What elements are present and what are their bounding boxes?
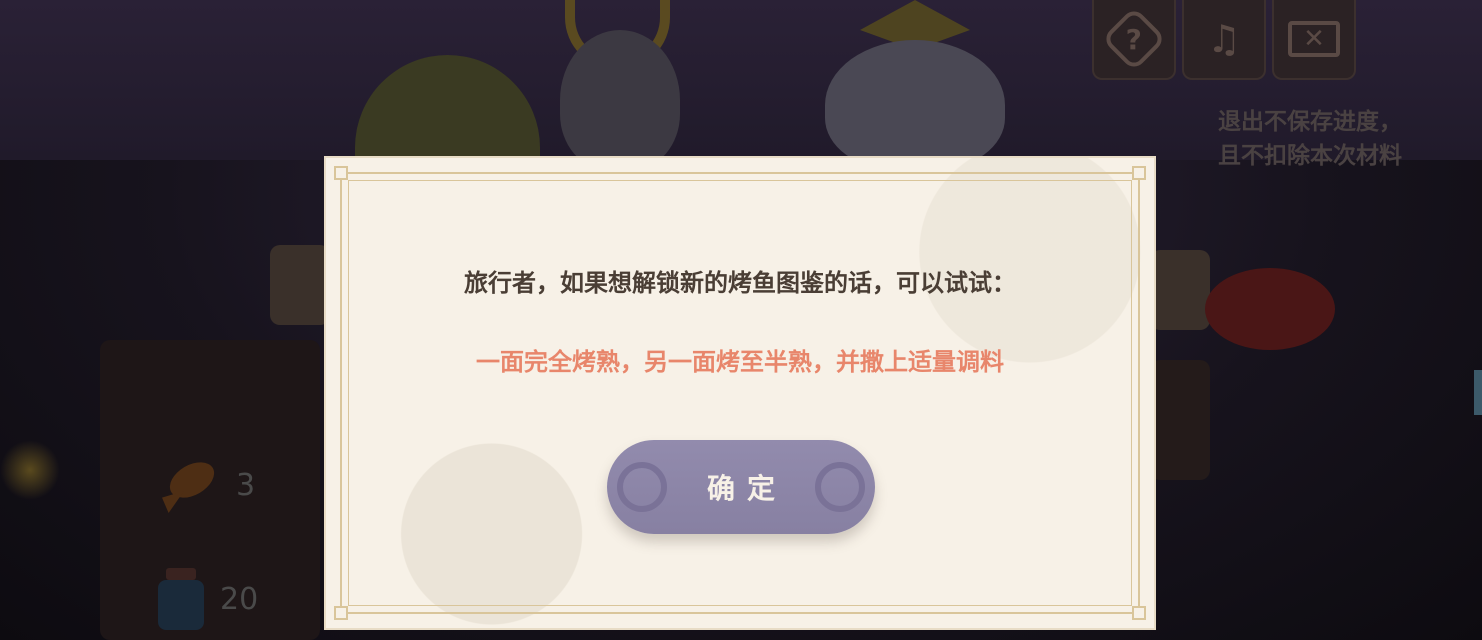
- fish-count: 3: [236, 467, 256, 503]
- background-glow: [0, 440, 60, 500]
- hint-dialog: 旅行者，如果想解锁新的烤鱼图鉴的话，可以试试： 一面完全烤熟，另一面烤至半熟，并…: [326, 158, 1154, 628]
- background-character-right: [825, 40, 1005, 170]
- exit-icon: ✕: [1288, 21, 1340, 57]
- frame-corner: [334, 606, 348, 620]
- exit-button[interactable]: ✕: [1272, 0, 1356, 80]
- question-icon: ?: [1101, 6, 1167, 72]
- frame-corner: [1132, 606, 1146, 620]
- dialog-message: 旅行者，如果想解锁新的烤鱼图鉴的话，可以试试：: [464, 269, 1016, 297]
- background-post-right-lower: [1150, 360, 1210, 480]
- exit-note-line2: 且不扣除本次材料: [1218, 143, 1402, 169]
- exit-note-line1: 退出不保存进度，: [1218, 109, 1402, 135]
- swirl-ornament-icon: [815, 462, 865, 512]
- dialog-hint: 一面完全烤熟，另一面烤至半熟，并撒上适量调料: [476, 348, 1004, 376]
- background-post-left: [270, 245, 330, 325]
- frame-corner: [1132, 166, 1146, 180]
- frame-corner: [334, 166, 348, 180]
- dialog-border: [340, 172, 1140, 614]
- confirm-button[interactable]: 确定: [607, 440, 875, 534]
- seasoning-counter: 20: [158, 568, 258, 630]
- music-note-icon: ♫: [1206, 17, 1242, 61]
- background-apple: [1205, 268, 1335, 350]
- confirm-button-label: 确定: [706, 472, 787, 505]
- music-button[interactable]: ♫: [1182, 0, 1266, 80]
- fish-icon: [162, 455, 222, 515]
- fish-counter: 3: [162, 455, 255, 515]
- background-edge-marker: [1474, 370, 1482, 415]
- exit-note: 退出不保存进度， 且不扣除本次材料: [1218, 105, 1438, 173]
- seasoning-jar-icon: [158, 568, 206, 630]
- help-button[interactable]: ?: [1092, 0, 1176, 80]
- seasoning-count: 20: [220, 581, 259, 617]
- swirl-ornament-icon: [617, 462, 667, 512]
- background-character-left: [560, 30, 680, 170]
- background-post-right: [1150, 250, 1210, 330]
- game-screen: ? ♫ ✕ 退出不保存进度， 且不扣除本次材料 3 20 旅行者，如果想解锁新的…: [0, 0, 1482, 640]
